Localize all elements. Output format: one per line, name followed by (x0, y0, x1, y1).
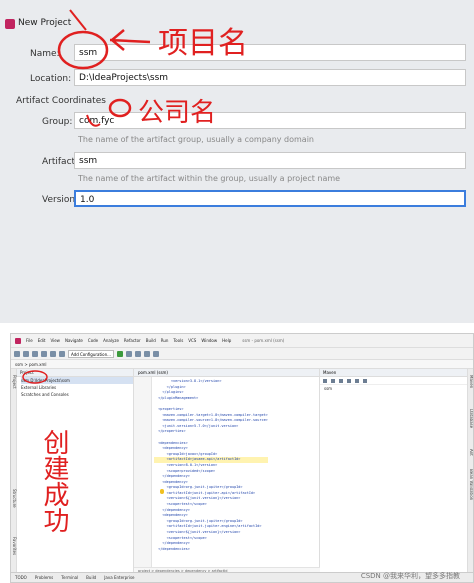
run-config-select[interactable]: Add Configuration... (68, 349, 114, 358)
code-line[interactable]: </dependencies> (154, 547, 268, 553)
debug-icon[interactable] (125, 350, 132, 357)
menu-code[interactable]: Code (88, 338, 98, 343)
menu-analyze[interactable]: Analyze (103, 338, 119, 343)
maven-item-ssm[interactable]: ssm (324, 385, 469, 392)
build-icon[interactable] (59, 350, 65, 357)
coverage-icon[interactable] (134, 350, 141, 357)
intellij-logo-icon (15, 337, 21, 344)
menu-bar: File Edit View Navigate Code Analyze Ref… (11, 334, 473, 348)
toolbar: Add Configuration... (11, 348, 473, 360)
title-stroke-mark (69, 9, 87, 31)
settings-icon[interactable] (363, 378, 367, 383)
tool-database[interactable]: Database (469, 409, 473, 428)
add-icon[interactable] (331, 378, 335, 383)
maven-panel: Maven ssm (320, 369, 469, 574)
stop-icon[interactable] (143, 350, 150, 357)
sync-icon[interactable] (32, 350, 38, 357)
menu-window[interactable]: Window (201, 338, 217, 343)
editor-tab[interactable]: pom.xml (ssm) (134, 369, 319, 377)
run-icon[interactable] (116, 350, 123, 357)
name-circle-mark (57, 30, 109, 70)
project-name-annotation: 项目名 (158, 26, 248, 61)
menu-navigate[interactable]: Navigate (65, 338, 83, 343)
menu-view[interactable]: View (50, 338, 60, 343)
tool-maven[interactable]: Maven (469, 375, 473, 388)
reload-icon[interactable] (323, 378, 327, 383)
save-icon[interactable] (23, 350, 29, 357)
separator (0, 323, 474, 333)
maven-tree: ssm (320, 385, 469, 392)
watermark: CSDN @我来华利，望多多指教 (360, 572, 460, 580)
ide-window: File Edit View Navigate Code Analyze Ref… (10, 333, 474, 583)
skip-tests-icon[interactable] (355, 378, 359, 383)
nav-breadcrumb[interactable]: ssm > pom.xml (11, 360, 473, 369)
project-circle-mark (22, 370, 48, 384)
project-panel: Project ssm D:\IdeaProjects\ssm External… (17, 369, 134, 574)
tool-bean-validation[interactable]: Bean Validation (469, 469, 473, 500)
editor-panel: pom.xml (ssm) <version>3.8.1</version> <… (134, 369, 320, 574)
menu-refactor[interactable]: Refactor (124, 338, 141, 343)
tool-ant[interactable]: Ant (469, 449, 473, 456)
search-icon[interactable] (152, 350, 159, 357)
menu-file[interactable]: File (26, 338, 33, 343)
back-icon[interactable] (41, 350, 47, 357)
status-build[interactable]: Build (86, 575, 96, 580)
status-java-enterprise[interactable]: Java Enterprise (104, 575, 134, 580)
maven-header[interactable]: Maven (320, 369, 469, 377)
menu-help[interactable]: Help (222, 338, 231, 343)
open-icon[interactable] (14, 350, 20, 357)
menu-build[interactable]: Build (146, 338, 156, 343)
status-problems[interactable]: Problems (35, 575, 53, 580)
forward-icon[interactable] (50, 350, 56, 357)
status-todo[interactable]: TODO (15, 575, 27, 580)
created-annotation: 创建成功 (39, 429, 69, 533)
execute-icon[interactable] (347, 378, 351, 383)
menu-tools[interactable]: Tools (173, 338, 183, 343)
maven-toolbar (320, 377, 469, 385)
menu-edit[interactable]: Edit (38, 338, 46, 343)
code-area[interactable]: <version>3.8.1</version> </plugin> </plu… (154, 379, 268, 552)
menu-vcs[interactable]: VCS (188, 338, 196, 343)
right-tool-strip: Maven Database Ant Bean Validation (467, 369, 473, 574)
annotation-marks-ide (22, 370, 48, 384)
line-gutter (134, 377, 152, 567)
status-terminal[interactable]: Terminal (61, 575, 78, 580)
name-arrow-mark (109, 29, 151, 51)
menu-run[interactable]: Run (161, 338, 169, 343)
window-title: ssm - pom.xml (ssm) (242, 338, 285, 343)
group-circle-mark (108, 98, 132, 118)
group-stroke-mark (86, 114, 101, 127)
code-line[interactable]: <maven.compiler.source>1.8</maven.compil… (154, 418, 267, 424)
company-name-annotation: 公司名 (138, 98, 217, 128)
new-project-dialog: New Project Name: ssm Location: D:\IdeaP… (0, 0, 474, 323)
download-icon[interactable] (339, 378, 343, 383)
